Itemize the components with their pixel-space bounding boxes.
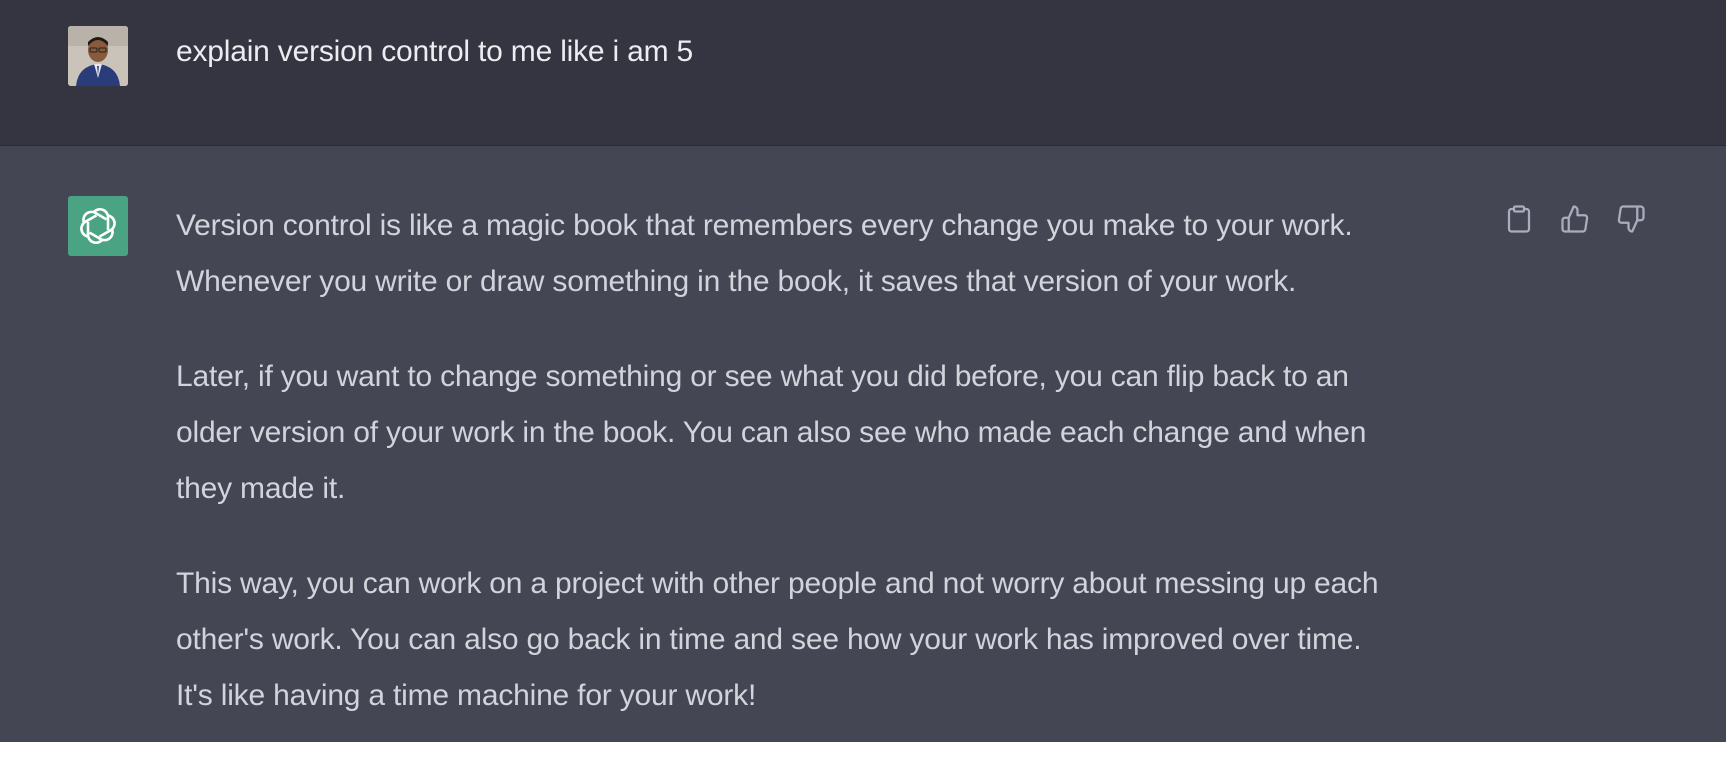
assistant-message-row: Version control is like a magic book tha… bbox=[0, 146, 1726, 742]
thumbs-down-icon bbox=[1617, 205, 1645, 233]
copy-button[interactable] bbox=[1502, 202, 1536, 236]
thumbs-up-button[interactable] bbox=[1558, 202, 1592, 236]
message-actions bbox=[1502, 202, 1648, 236]
thumbs-up-icon bbox=[1561, 205, 1589, 233]
user-avatar bbox=[68, 26, 128, 86]
thumbs-down-button[interactable] bbox=[1614, 202, 1648, 236]
assistant-message-text: Version control is like a magic book tha… bbox=[176, 198, 1476, 763]
chatgpt-logo-icon bbox=[68, 196, 128, 256]
user-message-row: explain version control to me like i am … bbox=[0, 0, 1726, 146]
answer-paragraph: Later, if you want to change something o… bbox=[176, 360, 1367, 505]
user-message-text: explain version control to me like i am … bbox=[176, 35, 694, 68]
clipboard-icon bbox=[1507, 205, 1531, 233]
answer-paragraph: This way, you can work on a project with… bbox=[176, 567, 1379, 712]
answer-paragraph: Version control is like a magic book tha… bbox=[176, 209, 1353, 298]
